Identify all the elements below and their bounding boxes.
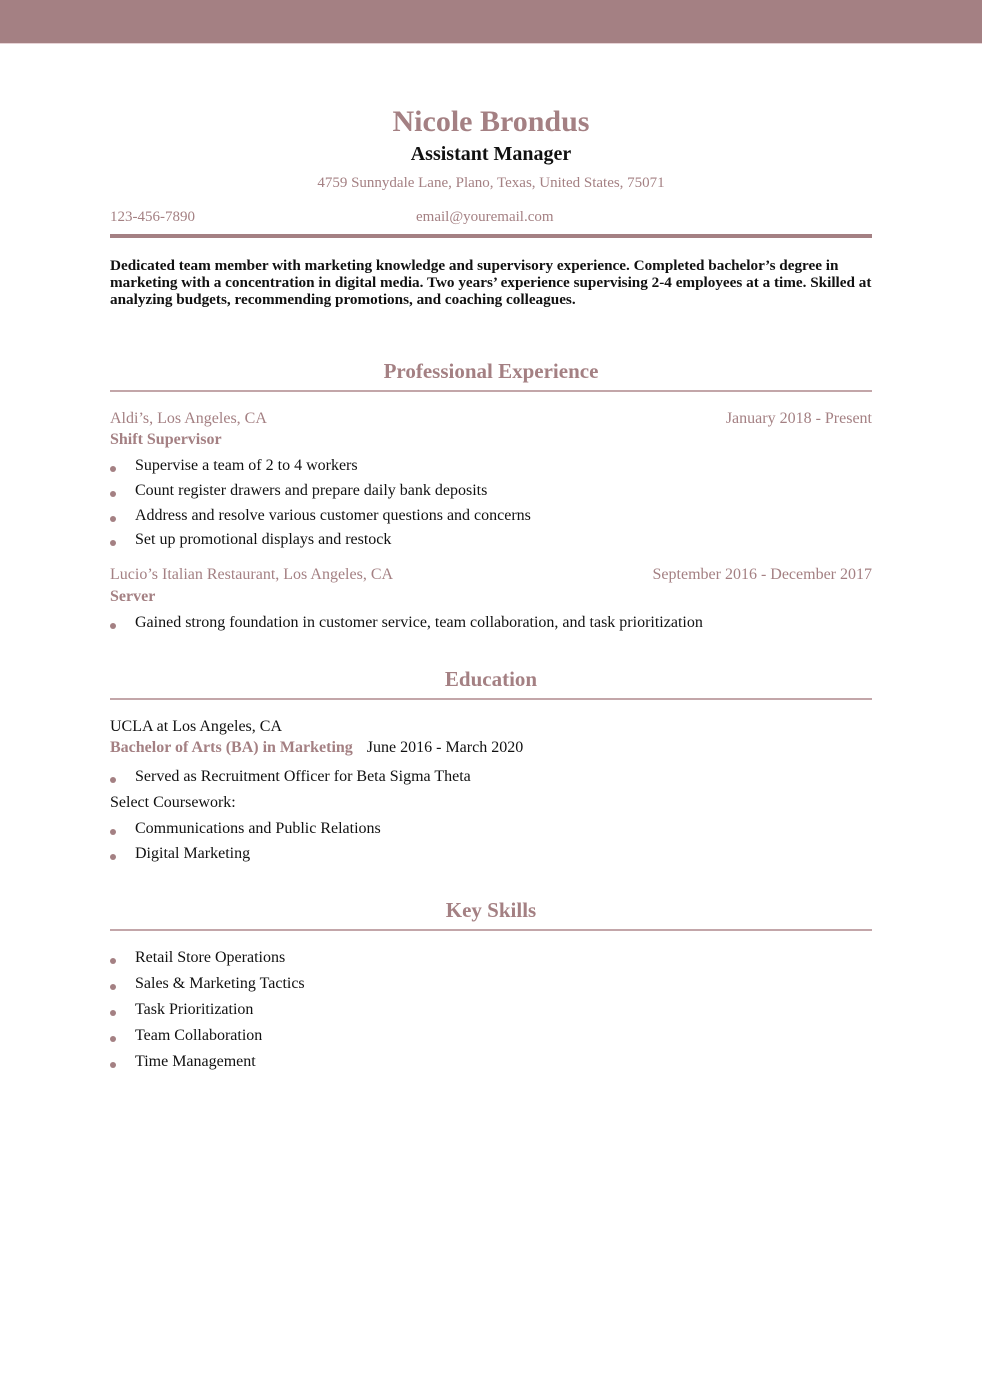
section-divider-education (110, 698, 872, 700)
degree-row: Bachelor of Arts (BA) in Marketing June … (110, 738, 872, 758)
phone-number: 123-456-7890 (110, 209, 195, 225)
degree-name: Bachelor of Arts (BA) in Marketing (110, 739, 353, 756)
job-header: Lucio’s Italian Restaurant, Los Angeles,… (110, 565, 872, 585)
bullet-dot-icon (110, 540, 116, 546)
bullet-dot-icon (110, 1010, 116, 1016)
bullet-dot-icon (110, 1062, 116, 1068)
bullet-dot-icon (110, 777, 116, 783)
section-divider-skills (110, 929, 872, 931)
job-position: Shift Supervisor (110, 431, 222, 448)
job-dates: September 2016 - December 2017 (652, 566, 872, 583)
summary-paragraph: Dedicated team member with marketing kno… (110, 257, 872, 308)
job-header: Aldi’s, Los Angeles, CA January 2018 - P… (110, 409, 872, 429)
school-name: UCLA at Los Angeles, CA (110, 718, 282, 735)
bullet-dot-icon (110, 491, 116, 497)
bullet-dot-icon (110, 1036, 116, 1042)
header-bar-edge (0, 43, 982, 44)
section-title-skills: Key Skills (445, 898, 537, 922)
address: 4759 Sunnydale Lane, Plano, Texas, Unite… (317, 175, 665, 191)
section-title-education: Education (444, 667, 538, 691)
job-position: Server (110, 588, 156, 605)
candidate-name: Nicole Brondus (392, 105, 590, 138)
bullet-dot-icon (110, 958, 116, 964)
section-divider-experience (110, 390, 872, 392)
bullet-dot-icon (110, 623, 116, 629)
job-employer: Lucio’s Italian Restaurant, Los Angeles,… (110, 566, 394, 583)
header-color-bar (0, 0, 982, 43)
bullet-dot-icon (110, 516, 116, 522)
job-dates: January 2018 - Present (725, 410, 872, 427)
job-employer: Aldi’s, Los Angeles, CA (110, 410, 267, 427)
degree-dates: June 2016 - March 2020 (366, 739, 524, 756)
section-title-experience: Professional Experience (383, 359, 599, 383)
bullet-dot-icon (110, 466, 116, 472)
bullet-dot-icon (110, 984, 116, 990)
bullet-dot-icon (110, 829, 116, 835)
email-address: email@youremail.com (416, 209, 554, 225)
coursework-label: Select Coursework: (110, 794, 236, 811)
header-divider (110, 234, 872, 238)
bullet-dot-icon (110, 854, 116, 860)
candidate-title: Assistant Manager (410, 143, 572, 165)
